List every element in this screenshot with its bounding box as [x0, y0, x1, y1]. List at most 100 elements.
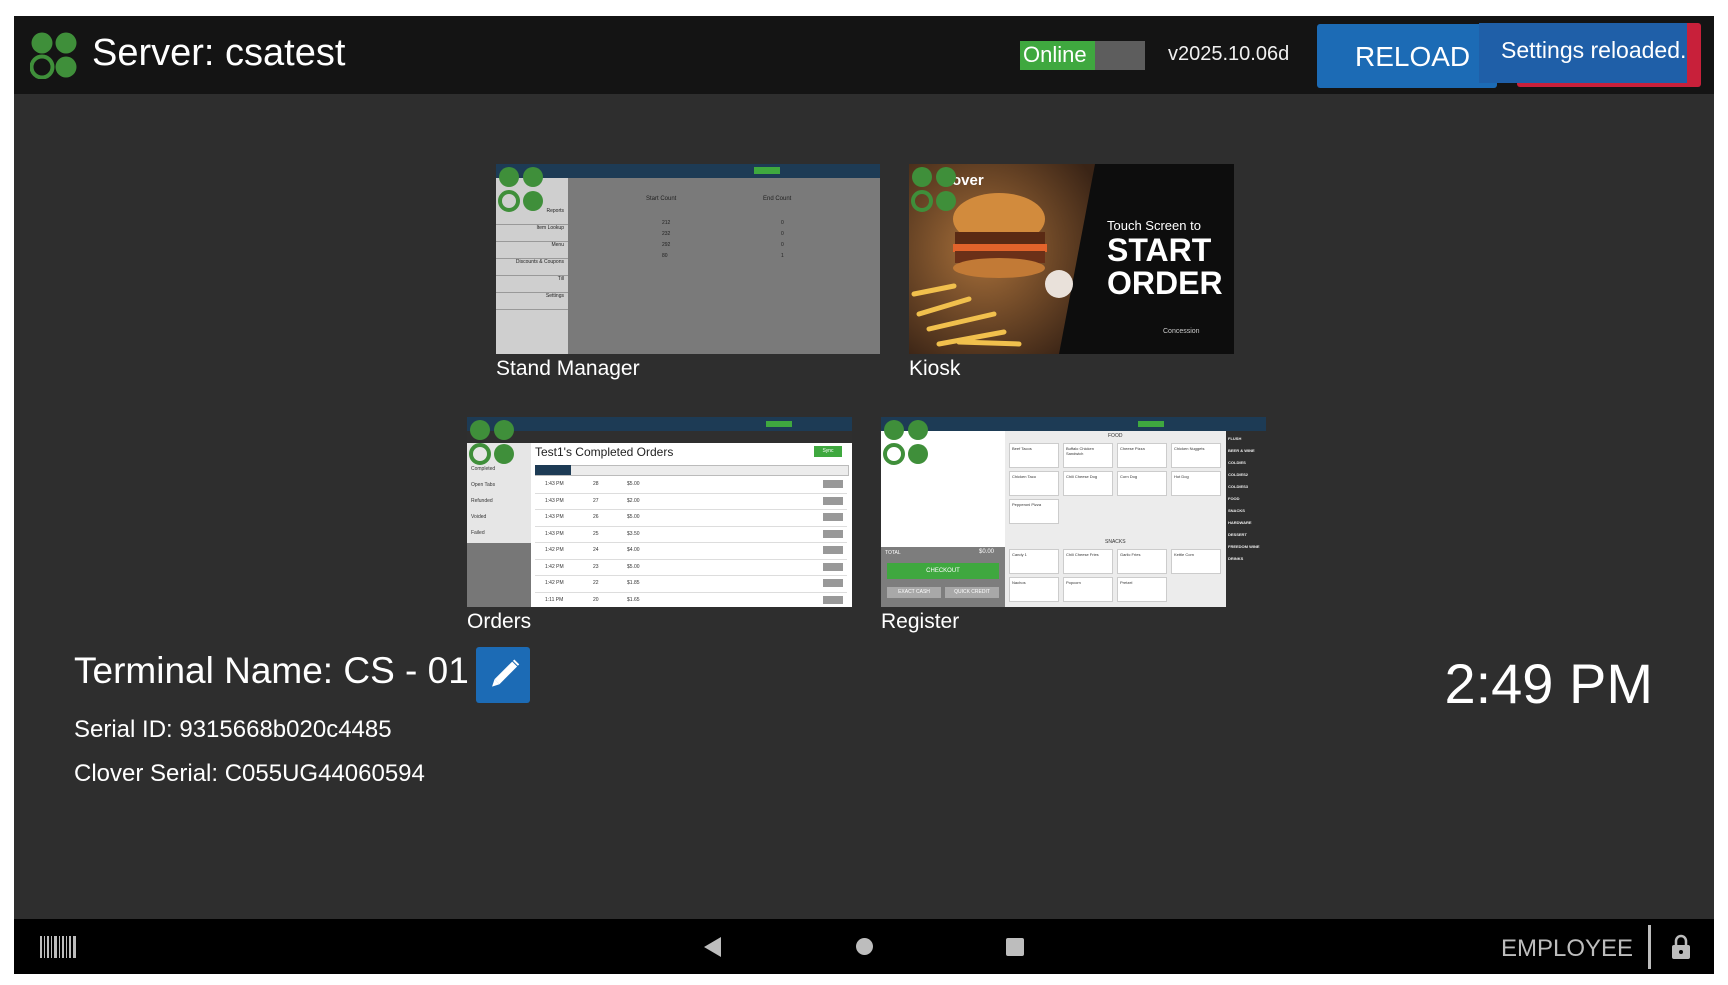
nav-divider: [1648, 925, 1651, 969]
serial-id: Serial ID: 9315668b020c4485: [74, 716, 392, 743]
stand-manager-clover-icon: [498, 167, 543, 212]
top-bar: Server: csatest Online v2025.10.06d RELO…: [14, 16, 1714, 94]
employee-button[interactable]: EMPLOYEE: [1501, 935, 1633, 963]
order-amount: $4.00: [627, 547, 640, 553]
register-category-tab[interactable]: BEER & WINE: [1228, 445, 1266, 457]
order-number: 22: [593, 580, 599, 586]
order-row: 1:11 PM 20 $1.65: [535, 593, 847, 608]
register-item-button[interactable]: Candy 1: [1009, 549, 1059, 574]
order-number: 20: [593, 596, 599, 603]
order-time: 1:43 PM: [545, 481, 564, 487]
order-row: 1:42 PM 22 $1.85: [535, 576, 847, 593]
register-item-button[interactable]: Beef Tacos: [1009, 443, 1059, 468]
order-row: 1:42 PM 23 $5.00: [535, 560, 847, 576]
order-action-button[interactable]: [823, 579, 843, 587]
register-category-tab[interactable]: SNACKS: [1228, 505, 1266, 517]
register-item-button[interactable]: Pepperoni Pizza: [1009, 499, 1059, 524]
kiosk-clover-icon: [911, 167, 956, 212]
order-row: 1:43 PM 25 $3.50: [535, 527, 847, 543]
register-category-tab[interactable]: FOOD: [1228, 493, 1266, 505]
order-amount: $1.85: [627, 580, 640, 586]
order-number: 25: [593, 530, 599, 537]
register-item-button[interactable]: Cheese Pizza: [1117, 443, 1167, 468]
order-time: 1:42 PM: [545, 580, 564, 586]
register-item-button[interactable]: Popcorn: [1063, 577, 1113, 602]
order-time: 1:43 PM: [545, 530, 564, 537]
toast-notification: Settings reloaded.: [1479, 23, 1687, 83]
register-label: Register: [881, 610, 960, 633]
register-item-button[interactable]: Kettle Corn: [1171, 549, 1221, 574]
order-amount: $2.00: [627, 497, 640, 504]
navigation-bar: EMPLOYEE: [14, 919, 1714, 974]
order-action-button[interactable]: [823, 562, 843, 571]
order-number: 27: [593, 497, 599, 504]
order-action-button[interactable]: [823, 513, 843, 521]
back-icon[interactable]: [704, 937, 722, 957]
stand-manager-label: Stand Manager: [496, 357, 640, 380]
order-amount: $5.00: [627, 481, 640, 487]
register-category-tab[interactable]: DRINKS: [1228, 553, 1266, 565]
order-action-button[interactable]: [823, 546, 843, 554]
toast-message: Settings reloaded.: [1501, 37, 1687, 63]
register-item-button[interactable]: Chili Cheese Dog: [1063, 471, 1113, 496]
order-row: 1:42 PM 24 $4.00: [535, 543, 847, 560]
register-item-button[interactable]: Chicken Taco: [1009, 471, 1059, 496]
order-action-button[interactable]: [823, 529, 843, 538]
order-number: 23: [593, 563, 599, 570]
order-action-button[interactable]: [823, 496, 843, 505]
order-action-button[interactable]: [823, 480, 843, 488]
register-item-button[interactable]: Buffalo Chicken Sandwich: [1063, 443, 1113, 468]
order-row: 1:43 PM 27 $2.00: [535, 494, 847, 510]
recents-icon[interactable]: [1006, 938, 1024, 956]
order-amount: $5.00: [627, 514, 640, 520]
register-categories: FLUSH BEER & WINE COLDIES COLDIES2 COLDIES3 F…: [1228, 433, 1266, 565]
register-category-tab[interactable]: COLDIES2: [1228, 469, 1266, 481]
order-time: 1:43 PM: [545, 497, 564, 504]
register-item-button[interactable]: Garlic Fries: [1117, 549, 1167, 574]
order-amount: $1.65: [627, 596, 640, 603]
order-time: 1:43 PM: [545, 514, 564, 520]
order-time: 1:11 PM: [545, 596, 564, 603]
order-action-button[interactable]: [823, 595, 843, 604]
edit-terminal-name-button[interactable]: [476, 647, 530, 703]
clock: 2:49 PM: [1444, 652, 1653, 715]
order-row: 1:43 PM 28 $5.00: [535, 477, 847, 494]
order-amount: $5.00: [627, 563, 640, 570]
order-number: 24: [593, 547, 599, 553]
kiosk-label: Kiosk: [909, 357, 961, 380]
orders-thumbnail: Completed Open Tabs Refunded Voided Fail…: [467, 417, 852, 607]
order-amount: $3.50: [627, 530, 640, 537]
register-item-button[interactable]: Chili Cheese Fries: [1063, 549, 1113, 574]
order-time: 1:42 PM: [545, 563, 564, 570]
register-item-button[interactable]: Hot Dog: [1171, 471, 1221, 496]
status-label: Online: [1023, 42, 1087, 67]
orders-clover-icon: [469, 420, 514, 465]
order-number: 26: [593, 514, 599, 520]
barcode-icon[interactable]: [40, 936, 76, 958]
lock-icon[interactable]: [1671, 934, 1691, 960]
reload-label: RELOAD: [1355, 41, 1471, 72]
server-title: Server: csatest: [92, 32, 346, 74]
orders-label: Orders: [467, 610, 532, 633]
register-item-button[interactable]: Corn Dog: [1117, 471, 1167, 496]
register-item-button[interactable]: Nachos: [1009, 577, 1059, 602]
register-category-tab[interactable]: HARDWARE: [1228, 517, 1266, 529]
kiosk-thumbnail: over Touch Screen to START ORDER Concess…: [909, 164, 1234, 354]
order-time: 1:42 PM: [545, 547, 564, 553]
register-category-tab[interactable]: FREEDOM WINE: [1228, 541, 1266, 553]
online-status-indicator: Online: [1020, 41, 1145, 70]
register-category-tab[interactable]: COLDIES: [1228, 457, 1266, 469]
reload-button[interactable]: RELOAD: [1317, 24, 1497, 88]
clover-serial: Clover Serial: C055UG44060594: [74, 760, 425, 787]
register-item-button[interactable]: Chicken Nuggets: [1171, 443, 1221, 468]
register-clover-icon: [883, 420, 928, 465]
register-item-button[interactable]: Pretzel: [1117, 577, 1167, 602]
register-category-tab[interactable]: DESSERT: [1228, 529, 1266, 541]
version-label: v2025.10.06d: [1168, 43, 1290, 65]
terminal-name: Terminal Name: CS - 01: [74, 650, 469, 691]
register-thumbnail: TOTAL $0.00 CHECKOUT EXACT CASH QUICK CR…: [881, 417, 1266, 607]
register-category-tab[interactable]: FLUSH: [1228, 433, 1266, 445]
register-category-tab[interactable]: COLDIES3: [1228, 481, 1266, 493]
stand-manager-thumbnail: Reports Item Lookup Menu Discounts & Cou…: [496, 164, 880, 354]
home-icon[interactable]: [856, 938, 873, 955]
